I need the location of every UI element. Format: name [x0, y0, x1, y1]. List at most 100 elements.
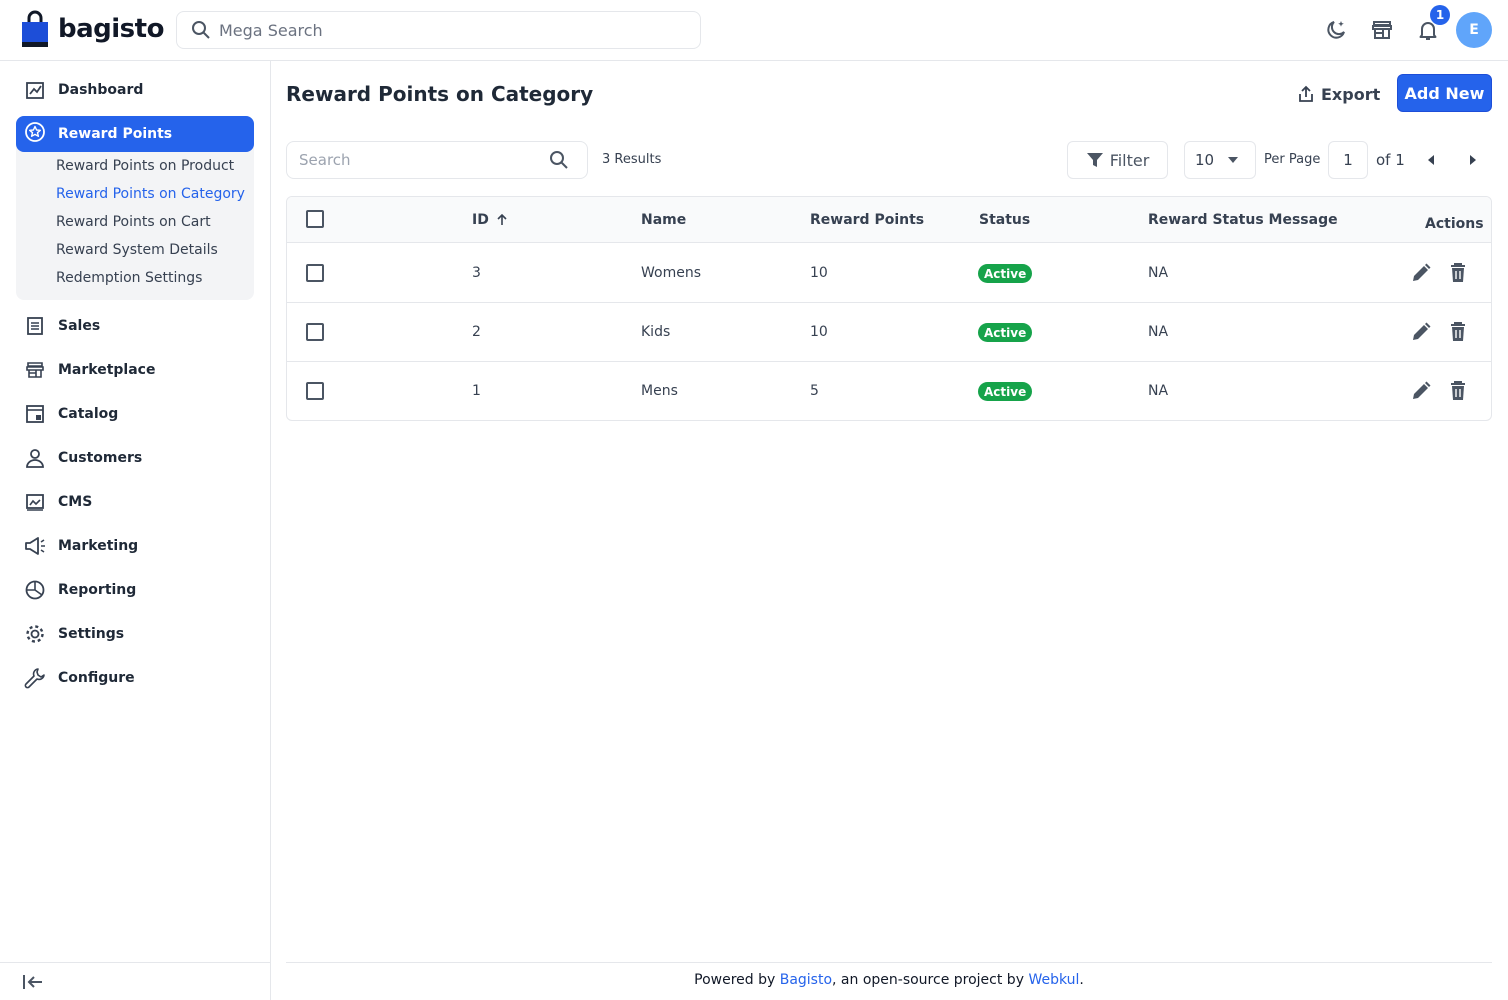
status-badge: Active	[978, 382, 1033, 401]
trash-icon	[1451, 381, 1465, 400]
receipt-icon	[24, 315, 46, 337]
notification-badge: 1	[1430, 5, 1450, 25]
edit-button[interactable]	[1410, 262, 1432, 284]
pie-chart-icon	[24, 579, 46, 601]
sidebar-item-label: Customers	[58, 450, 143, 466]
pencil-icon	[1413, 263, 1431, 281]
sidebar-item-reward-points[interactable]: Reward Points	[16, 116, 254, 152]
brand-name: bagisto	[58, 14, 164, 44]
column-id[interactable]: ID	[472, 212, 507, 228]
table-row: 1 Mens 5 Active NA	[287, 362, 1491, 420]
delete-button[interactable]	[1447, 321, 1469, 343]
sidebar-item-settings[interactable]: Settings	[16, 616, 254, 652]
row-checkbox[interactable]	[306, 382, 324, 400]
sidebar-subitem-redemption[interactable]: Redemption Settings	[56, 270, 202, 286]
sidebar-item-dashboard[interactable]: Dashboard	[16, 72, 254, 108]
cell-id: 3	[472, 265, 481, 281]
prev-page-button[interactable]	[1423, 152, 1439, 168]
datagrid-search-input[interactable]	[299, 151, 549, 169]
sidebar-subitem-reward-category[interactable]: Reward Points on Category	[56, 186, 245, 202]
search-icon	[192, 21, 210, 39]
row-checkbox[interactable]	[306, 264, 324, 282]
sidebar-item-label: Settings	[58, 626, 125, 642]
column-reward-status-message[interactable]: Reward Status Message	[1148, 212, 1338, 228]
sidebar-item-customers[interactable]: Customers	[16, 440, 254, 476]
footer-bagisto-link[interactable]: Bagisto	[780, 972, 832, 988]
column-actions: Actions	[1425, 216, 1484, 232]
per-page-value: 10	[1195, 151, 1215, 169]
column-reward-points[interactable]: Reward Points	[810, 212, 924, 228]
delete-button[interactable]	[1447, 380, 1469, 402]
shopping-bag-icon	[22, 10, 48, 47]
status-badge: Active	[978, 264, 1033, 283]
filter-label: Filter	[1109, 150, 1150, 170]
sidebar-item-label: Marketplace	[58, 362, 156, 378]
cell-name: Kids	[641, 324, 671, 340]
cell-message: NA	[1148, 265, 1169, 281]
reward-points-group: Reward Points Reward Points on Product R…	[16, 116, 254, 300]
sidebar-item-sales[interactable]: Sales	[16, 308, 254, 344]
sidebar-item-label: Marketing	[58, 538, 139, 554]
cell-id: 1	[472, 383, 481, 399]
page-number-input[interactable]: 1	[1328, 141, 1368, 179]
sidebar-item-marketing[interactable]: Marketing	[16, 528, 254, 564]
footer-middle: , an open-source project by	[832, 972, 1029, 988]
next-page-button[interactable]	[1465, 152, 1481, 168]
gear-icon	[24, 623, 46, 645]
table-row: 3 Womens 10 Active NA	[287, 244, 1491, 303]
pencil-icon	[1413, 381, 1431, 399]
footer-webkul-link[interactable]: Webkul	[1028, 972, 1079, 988]
dark-mode-toggle[interactable]	[1323, 17, 1349, 43]
delete-button[interactable]	[1447, 262, 1469, 284]
sidebar-item-label: Reward Points	[58, 126, 173, 142]
sidebar: Dashboard Reward Points Reward Points on…	[0, 61, 271, 1000]
footer-prefix: Powered by	[694, 972, 780, 988]
cell-name: Mens	[641, 383, 678, 399]
caret-right-icon	[1470, 155, 1476, 165]
sidebar-item-configure[interactable]: Configure	[16, 660, 254, 696]
sidebar-item-cms[interactable]: CMS	[16, 484, 254, 520]
search-icon[interactable]	[549, 150, 569, 170]
sidebar-subitem-reward-system[interactable]: Reward System Details	[56, 242, 218, 258]
sidebar-item-label: CMS	[58, 494, 93, 510]
storefront-link[interactable]	[1369, 17, 1395, 43]
pencil-icon	[1413, 322, 1431, 340]
mega-search-input[interactable]	[219, 20, 659, 40]
add-new-button[interactable]: Add New	[1397, 74, 1492, 112]
footer-divider	[286, 962, 1492, 963]
reward-points-table: ID Name Reward Points Status Reward Stat…	[286, 196, 1492, 421]
sidebar-subitem-reward-cart[interactable]: Reward Points on Cart	[56, 214, 211, 230]
filter-icon	[1086, 153, 1103, 167]
export-icon	[1299, 85, 1313, 102]
brand-logo[interactable]: bagisto	[20, 10, 164, 48]
sidebar-item-reporting[interactable]: Reporting	[16, 572, 254, 608]
sidebar-item-label: Sales	[58, 318, 101, 334]
sidebar-item-marketplace[interactable]: Marketplace	[16, 352, 254, 388]
status-badge: Active	[978, 323, 1033, 342]
dashboard-icon	[24, 79, 46, 101]
datagrid-search-box[interactable]	[286, 141, 588, 179]
filter-button[interactable]: Filter	[1067, 141, 1168, 179]
mega-search-box[interactable]	[176, 11, 701, 49]
trash-icon	[1451, 263, 1465, 282]
edit-button[interactable]	[1410, 380, 1432, 402]
select-all-checkbox[interactable]	[306, 210, 324, 228]
sidebar-item-label: Catalog	[58, 406, 119, 422]
column-status[interactable]: Status	[979, 212, 1030, 228]
table-row: 2 Kids 10 Active NA	[287, 303, 1491, 362]
sidebar-item-label: Dashboard	[58, 82, 144, 98]
sidebar-item-label: Reporting	[58, 582, 137, 598]
column-name[interactable]: Name	[641, 212, 686, 228]
edit-button[interactable]	[1410, 321, 1432, 343]
cell-message: NA	[1148, 383, 1169, 399]
sidebar-item-catalog[interactable]: Catalog	[16, 396, 254, 432]
user-avatar[interactable]: E	[1456, 12, 1492, 48]
export-button[interactable]: Export	[1297, 80, 1380, 108]
per-page-select[interactable]: 10	[1184, 141, 1256, 179]
row-checkbox[interactable]	[306, 323, 324, 341]
export-label: Export	[1321, 84, 1381, 104]
sidebar-subitem-reward-product[interactable]: Reward Points on Product	[56, 158, 234, 174]
megaphone-icon	[24, 535, 46, 557]
page-footer: Powered by Bagisto, an open-source proje…	[0, 972, 1508, 988]
wrench-icon	[24, 667, 46, 689]
